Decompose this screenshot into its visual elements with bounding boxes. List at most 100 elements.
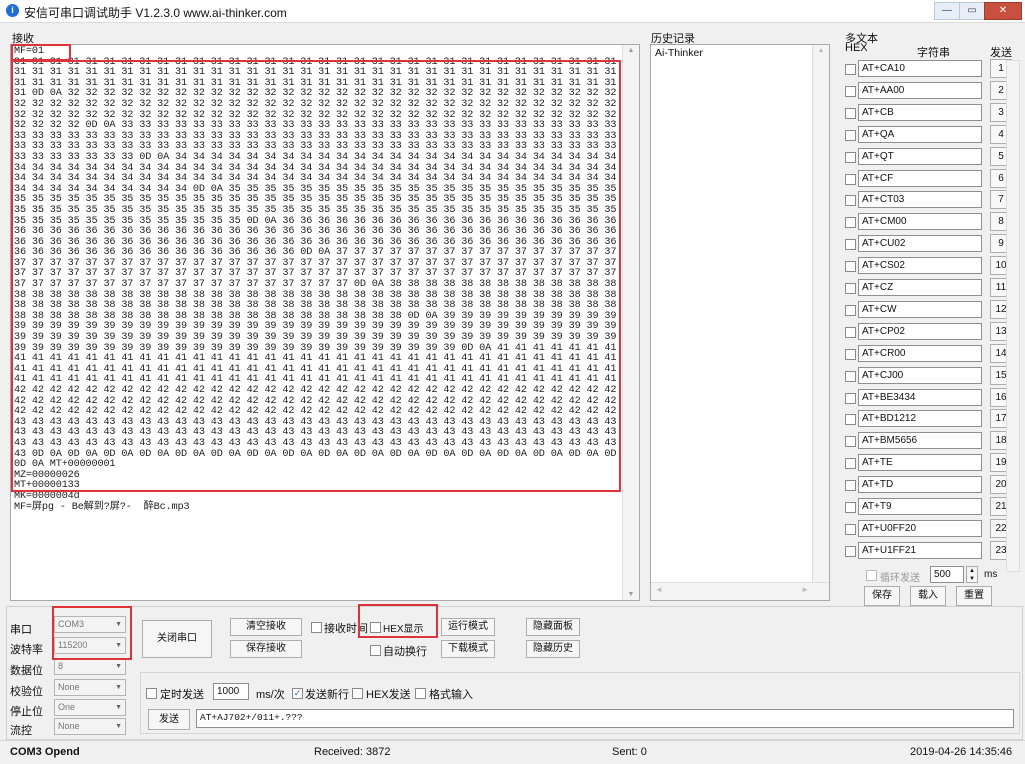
hex-checkbox-3[interactable] [845, 108, 856, 119]
minimize-button[interactable]: — [934, 2, 960, 20]
command-input-7[interactable]: AT+CT03 [858, 191, 982, 208]
hex-checkbox-7[interactable] [845, 195, 856, 206]
save-commands-button[interactable]: 保存 [864, 586, 900, 606]
timed-send-label: 定时发送 [160, 689, 204, 701]
hex-checkbox-9[interactable] [845, 239, 856, 250]
history-item[interactable]: Ai-Thinker [651, 45, 829, 61]
command-input-10[interactable]: AT+CS02 [858, 257, 982, 274]
status-bar: COM3 Opend Received: 3872 Sent: 0 2019-0… [0, 740, 1025, 764]
command-input-8[interactable]: AT+CM00 [858, 213, 982, 230]
history-hscrollbar[interactable]: ◄ ► [651, 582, 829, 600]
received-count: Received: 3872 [314, 746, 391, 758]
command-input-15[interactable]: AT+CJ00 [858, 367, 982, 384]
title-bar: i 安信可串口调试助手 V1.2.3.0 www.ai-thinker.com … [0, 0, 1025, 23]
port-label: 串口 [10, 624, 32, 636]
hex-checkbox-12[interactable] [845, 305, 856, 316]
command-input-5[interactable]: AT+QT [858, 148, 982, 165]
stopbits-label: 停止位 [10, 706, 43, 718]
hex-checkbox-18[interactable] [845, 436, 856, 447]
parity-label: 校验位 [10, 686, 43, 698]
loop-interval-input[interactable]: 500 [930, 566, 964, 583]
auto-newline-checkbox[interactable] [370, 645, 381, 656]
history-list[interactable]: Ai-Thinker ▲ ◄ ► [650, 44, 830, 601]
save-receive-button[interactable]: 保存接收 [230, 640, 302, 658]
history-vscrollbar[interactable]: ▲ [812, 45, 829, 582]
hide-panel-button[interactable]: 隐藏面板 [526, 618, 580, 636]
baud-label: 波特率 [10, 644, 43, 656]
hex-checkbox-13[interactable] [845, 327, 856, 338]
loop-send-checkbox[interactable] [866, 570, 877, 581]
format-input-checkbox[interactable] [415, 688, 426, 699]
command-input-23[interactable]: AT+U1FF21 [858, 542, 982, 559]
timed-interval-input[interactable]: 1000 [213, 683, 249, 700]
close-window-button[interactable]: ✕ [984, 2, 1022, 20]
command-input-20[interactable]: AT+TD [858, 476, 982, 493]
command-input-6[interactable]: AT+CF [858, 170, 982, 187]
command-input-13[interactable]: AT+CP02 [858, 323, 982, 340]
hex-checkbox-2[interactable] [845, 86, 856, 97]
hex-checkbox-5[interactable] [845, 152, 856, 163]
command-input-4[interactable]: AT+QA [858, 126, 982, 143]
command-input-16[interactable]: AT+BE3434 [858, 389, 982, 406]
timed-send-checkbox[interactable] [146, 688, 157, 699]
string-column-label: 字符串 [917, 47, 950, 59]
hex-checkbox-22[interactable] [845, 524, 856, 535]
hex-checkbox-15[interactable] [845, 371, 856, 382]
send-newline-checkbox[interactable]: ✓ [292, 688, 303, 699]
send-button[interactable]: 发送 [148, 709, 190, 730]
command-input-22[interactable]: AT+U0FF20 [858, 520, 982, 537]
hex-checkbox-17[interactable] [845, 414, 856, 425]
hex-checkbox-14[interactable] [845, 349, 856, 360]
command-input-18[interactable]: AT+BM5656 [858, 432, 982, 449]
command-input-19[interactable]: AT+TE [858, 454, 982, 471]
hex-checkbox-8[interactable] [845, 217, 856, 228]
hex-checkbox-4[interactable] [845, 130, 856, 141]
parity-select[interactable]: None ▼ [54, 679, 126, 696]
format-input-label: 格式输入 [429, 689, 473, 701]
hex-checkbox-23[interactable] [845, 546, 856, 557]
reset-commands-button[interactable]: 重置 [956, 586, 992, 606]
highlight-port-baud [52, 606, 132, 660]
hex-send-checkbox[interactable] [352, 688, 363, 699]
loop-unit-label: ms [984, 569, 998, 580]
command-input-17[interactable]: AT+BD1212 [858, 410, 982, 427]
hex-checkbox-21[interactable] [845, 502, 856, 513]
recv-time-checkbox[interactable] [311, 622, 322, 633]
run-mode-button[interactable]: 运行模式 [441, 618, 495, 636]
close-port-button[interactable]: 关闭串口 [142, 620, 212, 658]
port-status: COM3 Opend [10, 746, 80, 758]
clear-receive-button[interactable]: 清空接收 [230, 618, 302, 636]
flow-select[interactable]: None ▼ [54, 718, 126, 735]
commands-scrollbar[interactable] [1006, 60, 1020, 572]
maximize-button[interactable]: ▭ [959, 2, 985, 20]
hide-history-button[interactable]: 隐藏历史 [526, 640, 580, 658]
databits-select[interactable]: 8 ▼ [54, 658, 126, 675]
hex-checkbox-1[interactable] [845, 64, 856, 75]
command-input-21[interactable]: AT+T9 [858, 498, 982, 515]
highlight-hex-block [11, 60, 621, 492]
loop-interval-spinner[interactable]: ▲ ▼ [966, 566, 978, 583]
load-commands-button[interactable]: 载入 [910, 586, 946, 606]
command-input-11[interactable]: AT+CZ [858, 279, 982, 296]
hex-checkbox-10[interactable] [845, 261, 856, 272]
window-title: 安信可串口调试助手 V1.2.3.0 www.ai-thinker.com [24, 6, 287, 20]
command-input-9[interactable]: AT+CU02 [858, 235, 982, 252]
send-text-input[interactable]: AT+AJ702+/011+.??? [196, 709, 1014, 728]
datetime: 2019-04-26 14:35:46 [910, 746, 1013, 758]
receive-scrollbar[interactable]: ▲ ▼ [622, 45, 639, 600]
download-mode-button[interactable]: 下载模式 [441, 640, 495, 658]
command-input-1[interactable]: AT+CA10 [858, 60, 982, 77]
databits-label: 数据位 [10, 665, 43, 677]
hex-checkbox-11[interactable] [845, 283, 856, 294]
command-input-14[interactable]: AT+CR00 [858, 345, 982, 362]
hex-checkbox-16[interactable] [845, 393, 856, 404]
stopbits-select[interactable]: One ▼ [54, 699, 126, 716]
hex-checkbox-20[interactable] [845, 480, 856, 491]
send-column-label: 发送 [990, 47, 1012, 59]
hex-checkbox-6[interactable] [845, 174, 856, 185]
command-input-3[interactable]: AT+CB [858, 104, 982, 121]
highlight-first-line [11, 44, 71, 61]
hex-checkbox-19[interactable] [845, 458, 856, 469]
command-input-12[interactable]: AT+CW [858, 301, 982, 318]
command-input-2[interactable]: AT+AA00 [858, 82, 982, 99]
